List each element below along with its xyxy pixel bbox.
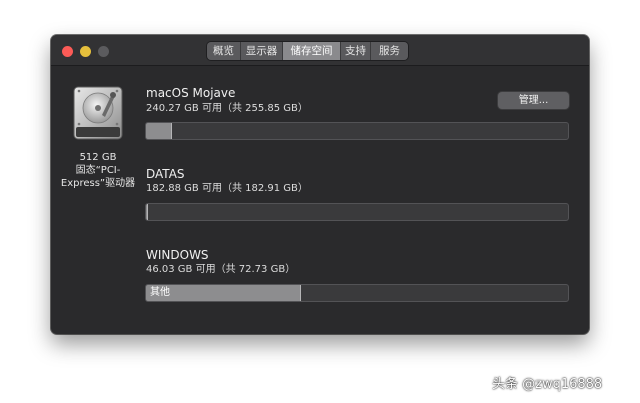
volume-name: macOS Mojave [146,86,236,100]
volume-usage-bar[interactable] [145,122,569,140]
manage-button[interactable]: 管理... [498,92,569,109]
close-button[interactable] [62,46,73,57]
drive-capacity: 512 GB [79,152,117,163]
usage-segment-label: 其他 [150,287,170,298]
tab-service[interactable]: 服务 [371,42,408,60]
volume-capacity-info: 46.03 GB 可用（共 72.73 GB） [146,264,296,275]
minimize-button[interactable] [80,46,91,57]
tab-overview[interactable]: 概览 [207,42,241,60]
watermark-text: 头条 @zwq16888 [492,377,603,392]
drive-type-line2: Express”驱动器 [60,178,136,189]
title-bar: 概览 显示器 储存空间 支持 服务 [51,35,589,66]
tab-storage[interactable]: 储存空间 [283,42,341,60]
usage-segment-fill [146,123,172,139]
hard-drive-icon [73,86,123,140]
volume-name: DATAS [146,167,185,181]
zoom-button[interactable] [98,46,109,57]
volume-name: WINDOWS [146,248,209,262]
tab-support[interactable]: 支持 [341,42,371,60]
about-this-mac-window: 概览 显示器 储存空间 支持 服务 512 GB 固态“PCI- Express… [51,35,589,334]
drive-caption: 512 GB 固态“PCI- Express”驱动器 [51,151,145,190]
drive-type-line1: 固态“PCI- [75,165,121,176]
volume-usage-bar[interactable] [145,203,569,221]
volume-usage-bar[interactable]: 其他 [145,284,569,302]
volume-capacity-info: 182.88 GB 可用（共 182.91 GB） [146,183,308,194]
volume-capacity-info: 240.27 GB 可用（共 255.85 GB） [146,103,308,114]
usage-segment-fill [146,204,148,220]
tab-bar: 概览 显示器 储存空间 支持 服务 [207,42,408,60]
tab-displays[interactable]: 显示器 [241,42,283,60]
